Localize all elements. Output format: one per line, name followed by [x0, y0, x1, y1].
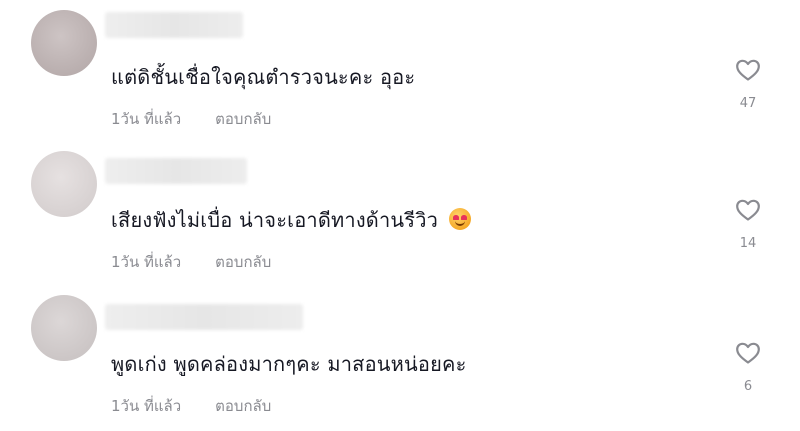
like-count: 14 [739, 236, 757, 251]
comment-time: 1วัน ที่แล้ว [111, 253, 182, 271]
comment-text-content: เสียงฟังไม่เบื่อ น่าจะเอาดีทางด้านรีวิว [111, 208, 439, 232]
comment-item: พูดเก่ง พูดคล่องมากๆคะ มาสอนหน่อยคะ 1วัน… [0, 280, 800, 431]
heart-outline-icon [736, 342, 760, 364]
like-button[interactable]: 47 [728, 58, 768, 111]
comment-time: 1วัน ที่แล้ว [111, 397, 182, 415]
like-count: 6 [743, 379, 753, 394]
username-blurred[interactable] [105, 158, 247, 184]
reply-button[interactable]: ตอบกลับ [215, 253, 271, 271]
username-blurred[interactable] [105, 304, 303, 330]
comment-text: พูดเก่ง พูดคล่องมากๆคะ มาสอนหน่อยคะ [111, 352, 467, 376]
comment-time: 1วัน ที่แล้ว [111, 110, 182, 128]
like-count: 47 [739, 96, 757, 111]
heart-outline-icon [736, 59, 760, 81]
like-button[interactable]: 14 [728, 198, 768, 251]
reply-button[interactable]: ตอบกลับ [215, 110, 271, 128]
smiling-face-with-heart-eyes-icon [448, 208, 471, 230]
avatar[interactable] [31, 295, 97, 361]
comment-meta: 1วัน ที่แล้ว ตอบกลับ [111, 250, 271, 274]
comment-meta: 1วัน ที่แล้ว ตอบกลับ [111, 394, 271, 418]
comment-text: เสียงฟังไม่เบื่อ น่าจะเอาดีทางด้านรีวิว [111, 204, 471, 236]
comment-meta: 1วัน ที่แล้ว ตอบกลับ [111, 107, 271, 131]
comment-item: แต่ดิชั้นเชื่อใจคุณตำรวจนะคะ อุอะ 1วัน ท… [0, 0, 800, 140]
comment-item: เสียงฟังไม่เบื่อ น่าจะเอาดีทางด้านรีวิว … [0, 140, 800, 280]
reply-button[interactable]: ตอบกลับ [215, 397, 271, 415]
avatar[interactable] [31, 10, 97, 76]
comment-text: แต่ดิชั้นเชื่อใจคุณตำรวจนะคะ อุอะ [111, 65, 416, 89]
avatar[interactable] [31, 151, 97, 217]
username-blurred[interactable] [105, 12, 243, 38]
heart-outline-icon [736, 199, 760, 221]
like-button[interactable]: 6 [728, 341, 768, 394]
